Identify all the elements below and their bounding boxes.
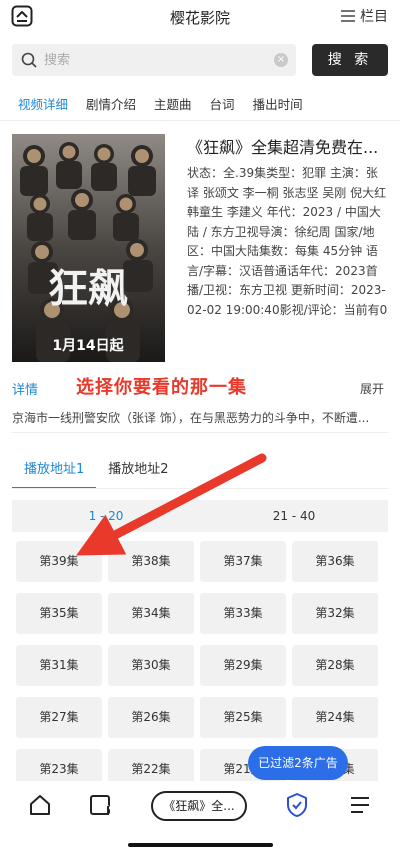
poster-date: 1月14日起 (52, 337, 124, 354)
episode-button[interactable]: 第28集 (292, 645, 378, 686)
expand-button[interactable]: 展开 (360, 380, 384, 397)
episode-button[interactable]: 第30集 (108, 645, 194, 686)
divider (12, 488, 388, 489)
episode-button[interactable]: 第26集 (108, 697, 194, 738)
hamburger-icon (341, 10, 355, 22)
top-bar: 樱花影院 栏目 (0, 0, 400, 34)
episode-button[interactable]: 第39集 (16, 541, 102, 582)
tab-lines[interactable]: 台词 (210, 94, 235, 117)
close-circle-icon[interactable]: × (274, 53, 288, 67)
episode-button[interactable]: 第36集 (292, 541, 378, 582)
episode-button[interactable]: 第31集 (16, 645, 102, 686)
search-button[interactable]: 搜 索 (312, 44, 388, 76)
episode-button[interactable]: 第32集 (292, 593, 378, 634)
poster-title: 狂飙 (48, 265, 128, 312)
tab-theme-song[interactable]: 主题曲 (154, 94, 192, 117)
episode-button[interactable]: 第29集 (200, 645, 286, 686)
episode-button[interactable]: 第35集 (16, 593, 102, 634)
history-icon[interactable] (88, 793, 112, 817)
search-input[interactable] (44, 44, 266, 76)
search-box: × (12, 44, 296, 76)
detail-tabs: 视频详细 剧情介绍 主题曲 台词 播出时间 (18, 94, 303, 117)
tab-source-1[interactable]: 播放地址1 (12, 458, 97, 489)
source-tabs: 播放地址1 播放地址2 (12, 458, 181, 489)
shield-check-icon[interactable] (285, 792, 309, 818)
category-menu-button[interactable]: 栏目 (340, 6, 388, 26)
now-playing-pill[interactable]: 《狂飙》全... (151, 791, 247, 821)
category-menu-label: 栏目 (360, 9, 388, 25)
episode-button[interactable]: 第25集 (200, 697, 286, 738)
divider (12, 432, 388, 433)
episode-button[interactable]: 第27集 (16, 697, 102, 738)
annotation-text: 选择你要看的那一集 (76, 377, 247, 398)
search-bar: × 搜 索 (12, 44, 388, 76)
tab-video-detail[interactable]: 视频详细 (18, 94, 68, 117)
range-1-20[interactable]: 1 - 20 (12, 500, 200, 532)
movie-title: 《狂飙》全集超清免费在... (187, 138, 379, 157)
tab-air-time[interactable]: 播出时间 (253, 94, 303, 117)
tab-plot[interactable]: 剧情介绍 (86, 94, 136, 117)
episode-range-selector: 1 - 20 21 - 40 (12, 500, 388, 532)
episode-button[interactable]: 第37集 (200, 541, 286, 582)
episode-button[interactable]: 第34集 (108, 593, 194, 634)
search-icon (21, 52, 37, 68)
episode-button[interactable]: 第33集 (200, 593, 286, 634)
home-icon[interactable] (28, 793, 52, 817)
movie-poster[interactable]: 狂飙 1月14日起 (12, 134, 165, 362)
bottom-nav: 《狂飙》全... (0, 781, 400, 831)
episode-button[interactable]: 第24集 (292, 697, 378, 738)
home-indicator (128, 843, 273, 847)
range-21-40[interactable]: 21 - 40 (200, 500, 388, 532)
ad-filter-badge[interactable]: 已过滤2条广告 (248, 746, 348, 780)
divider (0, 120, 400, 121)
episode-button[interactable]: 第38集 (108, 541, 194, 582)
tab-source-2[interactable]: 播放地址2 (96, 458, 180, 489)
menu-icon[interactable] (348, 793, 372, 817)
intro-label: 详情 (12, 383, 39, 398)
movie-meta: 状态：全.39集类型：犯罪 主演：张译 张颂文 李一桐 张志坚 吴刚 倪大红 韩… (187, 166, 388, 317)
intro-text: 京海市一线刑警安欣（张译 饰），在与黑恶势力的斗争中，不断遭... (12, 411, 370, 425)
